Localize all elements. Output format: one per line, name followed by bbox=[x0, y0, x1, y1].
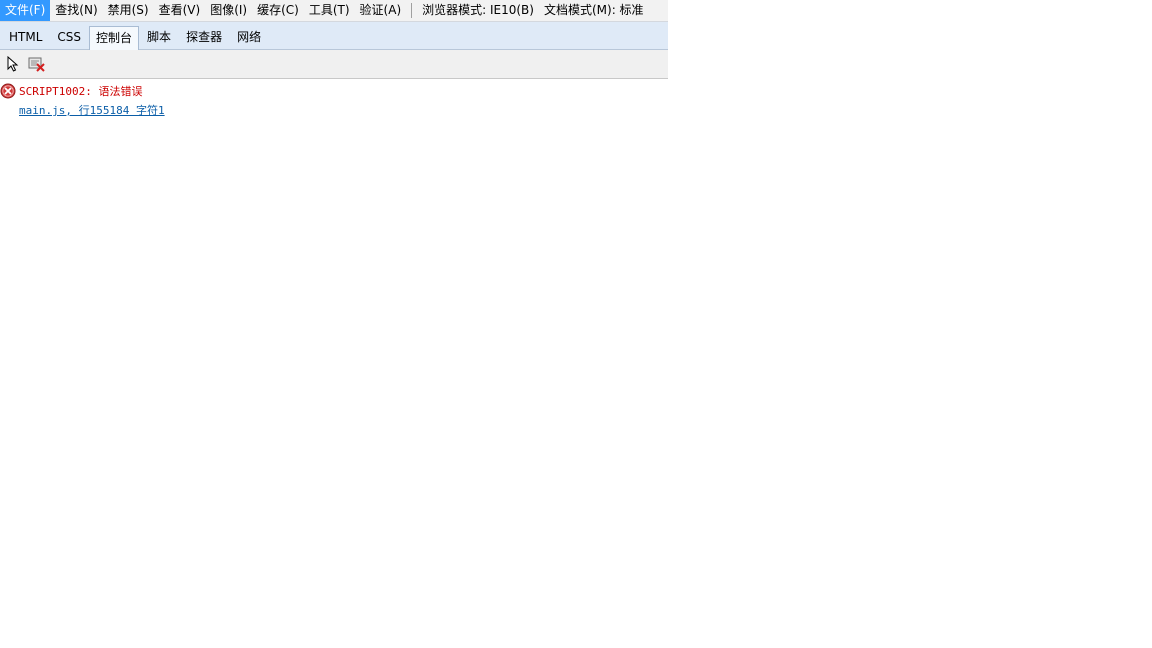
console-toolbar bbox=[0, 50, 668, 79]
menu-separator bbox=[411, 3, 413, 18]
developer-tools-panel: 文件(F) 查找(N) 禁用(S) 查看(V) 图像(I) 缓存(C) 工具(T… bbox=[0, 0, 668, 120]
tab-bar: HTML CSS 控制台 脚本 探查器 网络 bbox=[0, 22, 668, 50]
error-source-link[interactable]: main.js, 行155184 字符1 bbox=[19, 101, 165, 120]
error-message-text: SCRIPT1002: 语法错误 bbox=[19, 85, 143, 98]
menu-file[interactable]: 文件(F) bbox=[0, 0, 51, 21]
console-output: SCRIPT1002: 语法错误 main.js, 行155184 字符1 bbox=[0, 79, 668, 120]
console-message-error: SCRIPT1002: 语法错误 main.js, 行155184 字符1 bbox=[0, 82, 668, 120]
console-message-body: SCRIPT1002: 语法错误 main.js, 行155184 字符1 bbox=[19, 82, 165, 120]
menu-validate[interactable]: 验证(A) bbox=[355, 0, 407, 21]
menu-bar: 文件(F) 查找(N) 禁用(S) 查看(V) 图像(I) 缓存(C) 工具(T… bbox=[0, 0, 668, 22]
select-element-icon bbox=[7, 56, 19, 72]
menu-find[interactable]: 查找(N) bbox=[50, 0, 102, 21]
menu-tools[interactable]: 工具(T) bbox=[304, 0, 355, 21]
tab-console[interactable]: 控制台 bbox=[89, 26, 140, 50]
error-icon bbox=[0, 83, 16, 99]
menu-cache[interactable]: 缓存(C) bbox=[252, 0, 304, 21]
menu-document-mode[interactable]: 文档模式(M): 标准 bbox=[539, 0, 649, 21]
tab-script[interactable]: 脚本 bbox=[140, 25, 178, 49]
menu-browser-mode[interactable]: 浏览器模式: IE10(B) bbox=[417, 0, 539, 21]
tab-html[interactable]: HTML bbox=[2, 25, 49, 49]
menu-view[interactable]: 查看(V) bbox=[154, 0, 206, 21]
menu-disable[interactable]: 禁用(S) bbox=[103, 0, 154, 21]
tab-network[interactable]: 网络 bbox=[230, 25, 268, 49]
tab-css[interactable]: CSS bbox=[50, 25, 88, 49]
clear-console-icon bbox=[28, 57, 45, 72]
tab-profiler[interactable]: 探查器 bbox=[179, 25, 229, 49]
clear-console-button[interactable] bbox=[28, 55, 46, 73]
select-element-button[interactable] bbox=[4, 55, 22, 73]
menu-images[interactable]: 图像(I) bbox=[205, 0, 252, 21]
